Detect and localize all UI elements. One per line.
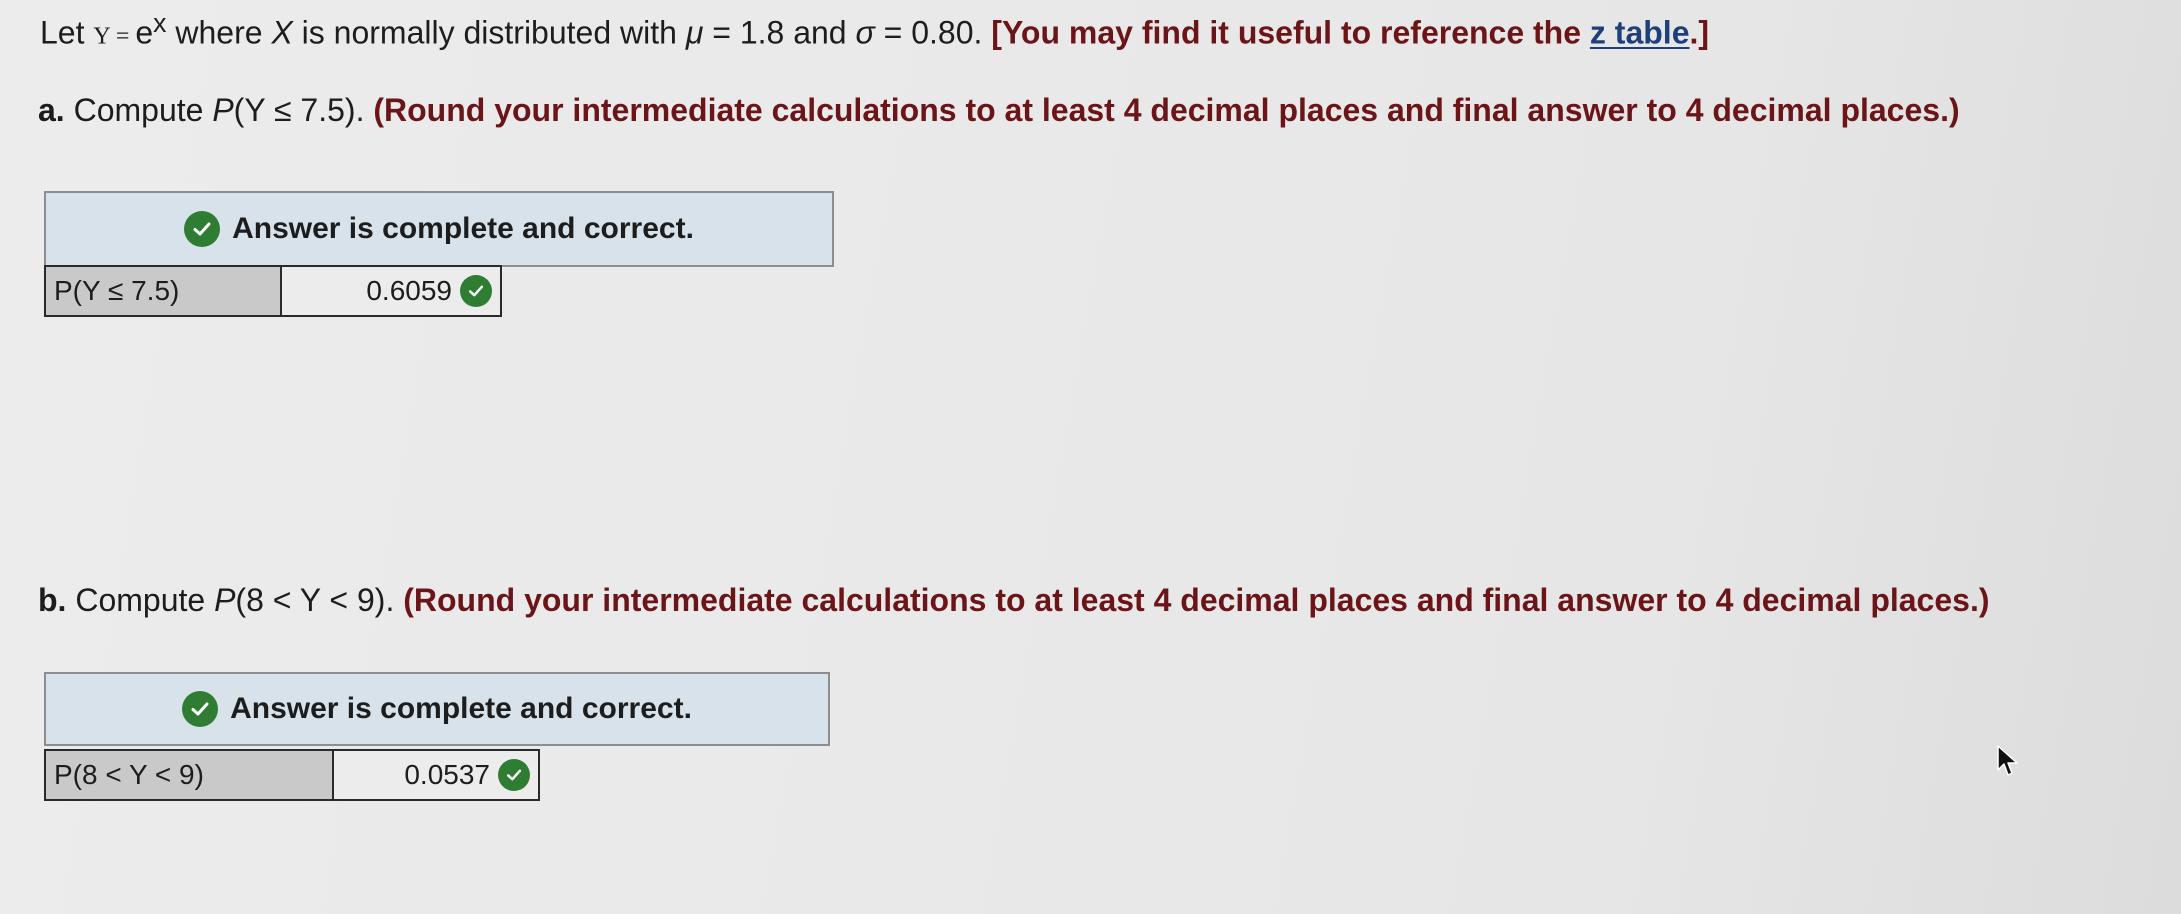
let-text: Let [40,14,85,51]
answer-status-text: Answer is complete and correct. [232,212,694,245]
part-b-letter: b. [38,582,67,618]
part-a-letter: a. [38,92,65,128]
answer-status-text: Answer is complete and correct. [230,692,692,725]
prob-p: P [214,582,236,618]
hint-text: [You may find it useful to reference the [991,14,1590,51]
prob-expression: (Y ≤ 7.5). [233,92,374,128]
problem-statement: Let Y = ex where X is normally distribut… [40,8,1709,52]
hint-end: .] [1689,14,1710,51]
answer-row: P(Y ≤ 7.5) 0.6059 [44,265,502,317]
e-constant: e [135,14,154,51]
y-variable: Y [93,23,110,50]
answer-status-banner: Answer is complete and correct. [44,191,834,267]
compute-text: Compute [64,92,213,128]
distribution-text: is normally distributed with [292,14,686,51]
answer-status-banner: Answer is complete and correct. [44,672,830,746]
prob-p: P [212,92,234,128]
checkmark-circle-icon [184,211,221,247]
x-exponent: x [153,8,167,38]
mu-symbol: μ [685,14,704,51]
where-text: where [166,14,272,51]
checkmark-circle-icon [498,759,530,791]
mu-value: = 1.8 and [703,14,856,51]
x-variable: X [271,14,293,51]
answer-label: P(Y ≤ 7.5) [44,265,282,317]
checkmark-circle-icon [182,691,219,727]
answer-field[interactable]: 0.0537 [334,749,540,801]
answer-field[interactable]: 0.6059 [282,265,502,317]
prob-expression: (8 < Y < 9). [235,582,404,618]
answer-row: P(8 < Y < 9) 0.0537 [44,749,540,801]
question-b: b. Compute P(8 < Y < 9). (Round your int… [38,582,1989,619]
reference-hint: [You may find it useful to reference the… [991,15,1709,51]
compute-text: Compute [66,582,215,618]
rounding-instruction: (Round your intermediate calculations to… [403,582,1990,618]
equals-sign: = [109,23,136,50]
answer-label: P(8 < Y < 9) [44,749,334,801]
rounding-instruction: (Round your intermediate calculations to… [373,92,1960,128]
checkmark-circle-icon [460,275,492,307]
answer-value: 0.6059 [366,275,452,306]
z-table-link[interactable]: z table [1590,15,1690,51]
sigma-symbol: σ [855,14,875,51]
answer-value: 0.0537 [404,759,490,790]
mouse-pointer-icon [1997,745,2018,776]
sigma-value: = 0.80. [874,14,992,51]
question-a: a. Compute P(Y ≤ 7.5). (Round your inter… [38,92,1960,129]
